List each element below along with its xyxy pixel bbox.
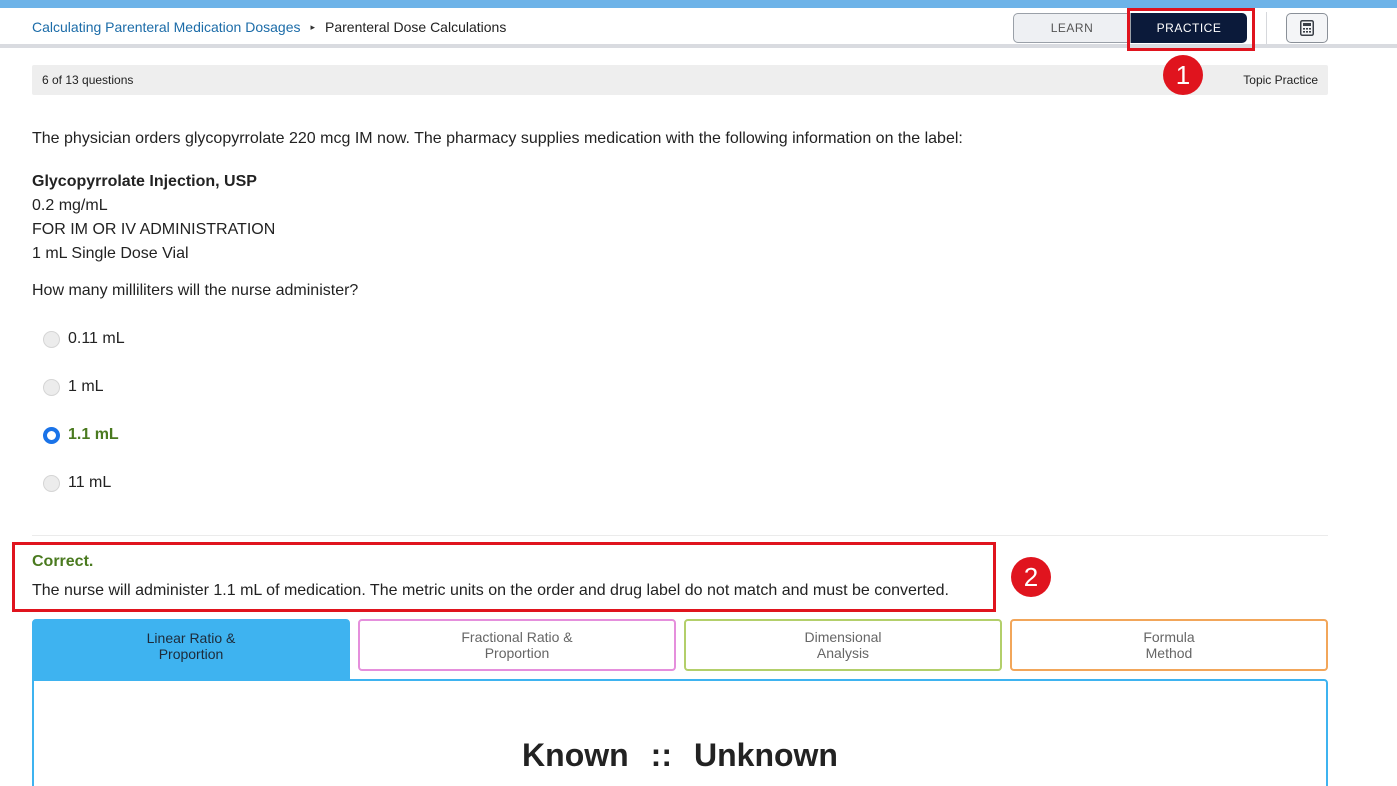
tab-fractional-ratio-proportion[interactable]: Fractional Ratio & Proportion xyxy=(358,619,676,671)
highlight-box-practice xyxy=(1127,8,1255,51)
radio-button[interactable] xyxy=(43,474,60,492)
highlight-box-feedback xyxy=(12,542,996,612)
method-content-panel: Known:: Unknown xyxy=(32,679,1328,786)
radio-button[interactable] xyxy=(43,330,60,348)
drug-label-vial: 1 mL Single Dose Vial xyxy=(32,245,189,262)
answer-option-1[interactable]: 0.11 mL xyxy=(43,330,125,348)
annotation-badge-1: 1 xyxy=(1163,55,1203,95)
feedback-title: Correct. xyxy=(32,553,94,570)
question-prompt: The physician orders glycopyrrolate 220 … xyxy=(32,130,963,147)
section-divider xyxy=(32,535,1328,536)
known-unknown-heading: Known:: Unknown xyxy=(34,737,1326,774)
answer-option-label: 11 mL xyxy=(68,474,112,491)
feedback-text: The nurse will administer 1.1 mL of medi… xyxy=(32,582,949,599)
radio-button-selected[interactable] xyxy=(43,426,60,444)
question-count: 6 of 13 questions xyxy=(42,73,134,87)
answer-option-label: 0.11 mL xyxy=(68,330,125,347)
ratio-separator: :: xyxy=(650,737,672,773)
known-label: Known xyxy=(522,737,629,773)
annotation-badge-2: 2 xyxy=(1011,557,1051,597)
unknown-label: Unknown xyxy=(693,737,838,773)
header: Calculating Parenteral Medication Dosage… xyxy=(0,8,1397,51)
practice-mode-label: Topic Practice xyxy=(1243,73,1318,87)
learn-button[interactable]: LEARN xyxy=(1013,13,1131,43)
answer-option-2[interactable]: 1 mL xyxy=(43,378,104,396)
answer-option-3[interactable]: 1.1 mL xyxy=(43,426,119,444)
answer-option-label: 1 mL xyxy=(68,378,104,395)
question-progress-bar: 6 of 13 questions Topic Practice xyxy=(32,65,1328,95)
breadcrumb-current: Parenteral Dose Calculations xyxy=(325,19,507,35)
drug-label-route: FOR IM OR IV ADMINISTRATION xyxy=(32,221,276,238)
answer-option-4[interactable]: 11 mL xyxy=(43,474,111,492)
drug-label-info: Glycopyrrolate Injection, USP 0.2 mg/mL … xyxy=(32,170,275,266)
tab-linear-ratio-proportion[interactable]: Linear Ratio & Proportion xyxy=(32,619,350,680)
drug-label-concentration: 0.2 mg/mL xyxy=(32,197,108,214)
tab-dimensional-analysis[interactable]: Dimensional Analysis xyxy=(684,619,1002,671)
question-ask: How many milliliters will the nurse admi… xyxy=(32,282,359,299)
top-accent-bar xyxy=(0,0,1397,8)
breadcrumb-separator-icon: ▸ xyxy=(310,21,316,32)
calculator-button[interactable] xyxy=(1286,13,1328,43)
tab-formula-method[interactable]: Formula Method xyxy=(1010,619,1328,671)
drug-label-title: Glycopyrrolate Injection, USP xyxy=(32,173,257,190)
breadcrumb: Calculating Parenteral Medication Dosage… xyxy=(32,19,506,35)
answer-option-label: 1.1 mL xyxy=(68,426,119,443)
breadcrumb-parent-link[interactable]: Calculating Parenteral Medication Dosage… xyxy=(32,19,300,35)
calculator-icon xyxy=(1300,20,1314,36)
radio-button[interactable] xyxy=(43,378,60,396)
header-divider xyxy=(1266,12,1267,44)
